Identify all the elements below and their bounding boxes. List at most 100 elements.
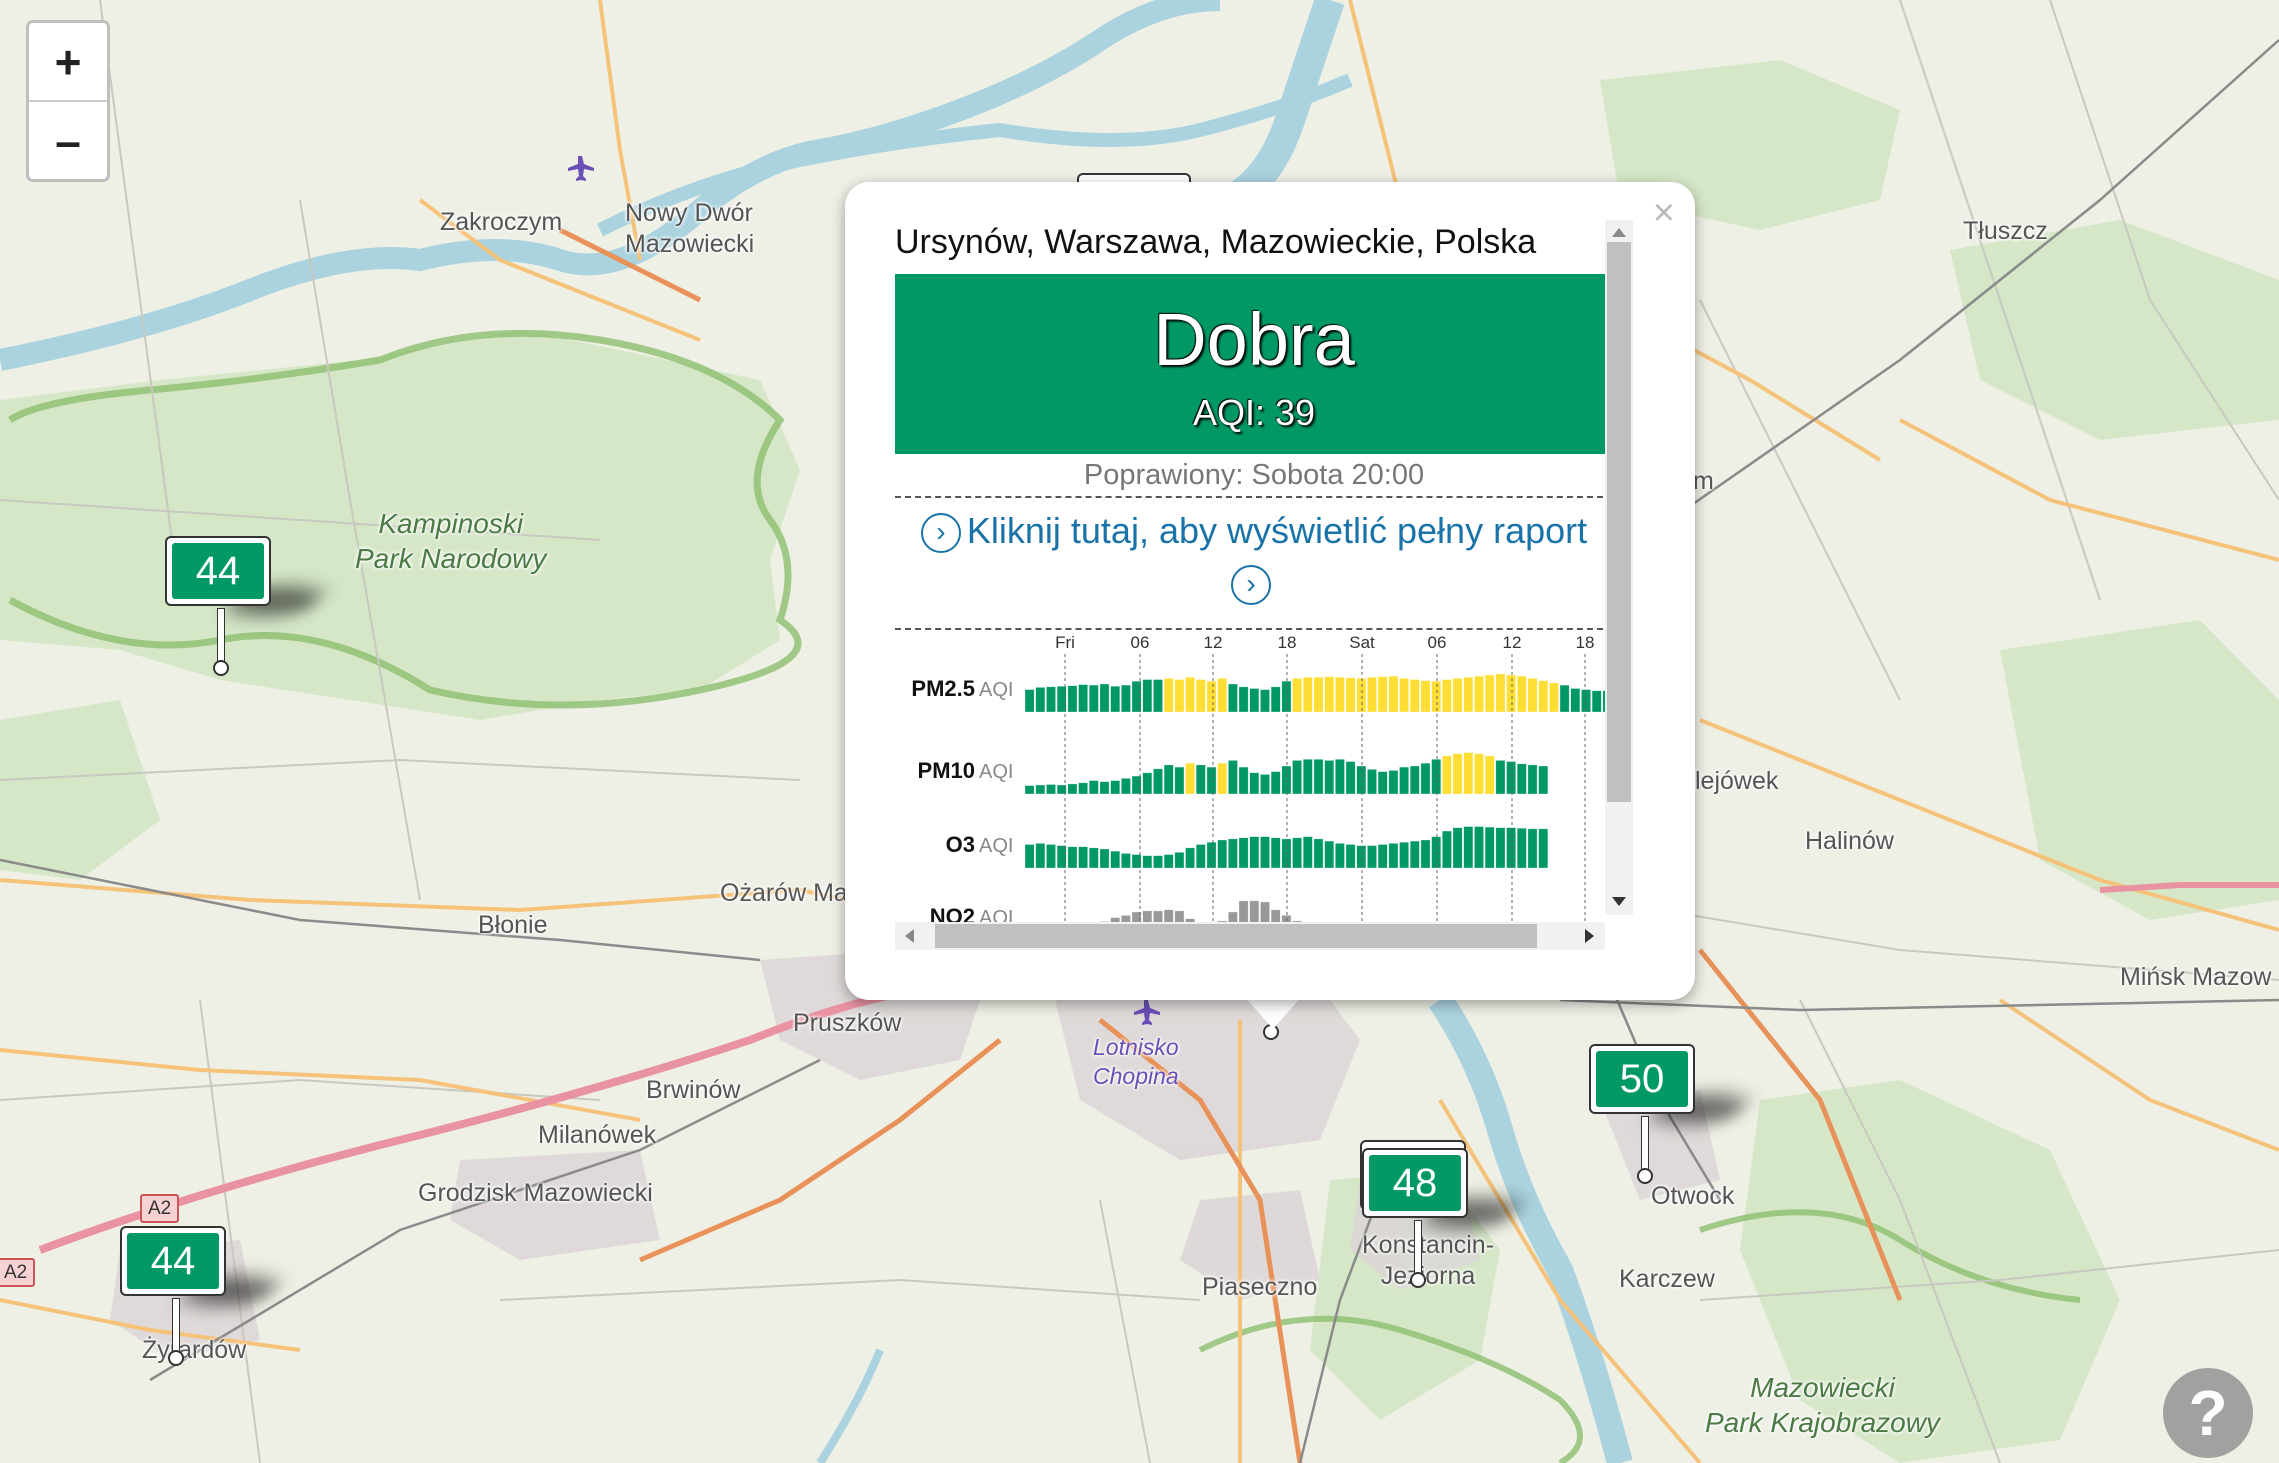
- chart-bar: [1260, 774, 1270, 795]
- chart-bar: [1099, 781, 1110, 795]
- zoom-out-button[interactable]: –: [29, 102, 107, 179]
- popup-tip: [1243, 995, 1303, 1029]
- chart-bar: [1153, 768, 1163, 795]
- chart-bar: [1409, 840, 1420, 869]
- aqi-marker[interactable]: 48: [1360, 1140, 1526, 1298]
- scroll-up-icon[interactable]: [1612, 228, 1626, 237]
- chart-bar: [1206, 766, 1217, 795]
- chart-bar: [1067, 846, 1078, 869]
- scroll-down-icon[interactable]: [1612, 897, 1626, 906]
- place-mazowiecki-park: Mazowiecki Park Krajobrazowy: [1705, 1372, 1940, 1438]
- chart-bar: [1153, 855, 1163, 869]
- chart-bar: [1431, 680, 1442, 713]
- chart-bar: [1367, 845, 1377, 869]
- chart-bar: [1441, 755, 1452, 795]
- zoom-control: + –: [26, 20, 110, 182]
- zoom-in-button[interactable]: +: [29, 23, 107, 102]
- chart-bar: [1174, 766, 1185, 795]
- horizontal-scroll-thumb[interactable]: [935, 924, 1537, 948]
- scroll-right-icon[interactable]: [1585, 929, 1594, 943]
- aqi-marker[interactable]: 50: [1589, 1044, 1753, 1194]
- help-button[interactable]: ?: [2163, 1368, 2253, 1458]
- chart-bar: [1527, 764, 1538, 795]
- chart-tick-label: 12: [1503, 633, 1522, 652]
- chart-bar: [1538, 765, 1549, 795]
- chart-bar: [1591, 690, 1602, 713]
- chart-bar: [1538, 680, 1549, 713]
- scroll-left-icon[interactable]: [905, 929, 914, 943]
- chart-bar: [1516, 827, 1527, 869]
- chart-bar: [1281, 838, 1292, 869]
- chart-bar: [1195, 844, 1206, 869]
- chart-bar: [1174, 852, 1185, 869]
- chart-bar: [1249, 772, 1260, 795]
- place-zakroczym: Zakroczym: [440, 208, 563, 236]
- chart-bar: [1367, 676, 1377, 713]
- chart-bar: [1559, 684, 1570, 713]
- chart-bar: [1452, 678, 1463, 713]
- chart-bar: [1249, 836, 1260, 869]
- chart-bar: [1581, 689, 1591, 713]
- chart-bar: [1088, 847, 1099, 869]
- chart-bar: [1506, 674, 1516, 713]
- vertical-scrollbar[interactable]: [1605, 220, 1633, 915]
- chart-bar: [1356, 765, 1367, 795]
- aqi-value: AQI: 39: [1192, 392, 1316, 433]
- full-report-link[interactable]: › Kliknij tutaj, aby wyświetlić pełny rap…: [895, 498, 1613, 630]
- chart-bar: [1388, 843, 1399, 869]
- chart-bar: [1067, 685, 1078, 713]
- chart-bar: [1110, 780, 1121, 795]
- chart-bar: [1249, 688, 1260, 713]
- chart-bar: [1163, 764, 1174, 795]
- chart-bar: [1356, 845, 1367, 869]
- chart-bar: [1484, 826, 1495, 869]
- chart-bar: [1463, 676, 1474, 713]
- chart-bar: [1324, 760, 1335, 795]
- chart-bar: [1527, 678, 1538, 713]
- place-grodzisk: Grodzisk Mazowiecki: [418, 1179, 653, 1207]
- chart-bar: [1345, 844, 1356, 869]
- aqi-marker-value: 44: [127, 1233, 219, 1289]
- chart-bar: [1035, 784, 1046, 795]
- aqi-marker[interactable]: 44: [165, 536, 329, 686]
- aqi-level: Dobra: [1153, 298, 1355, 381]
- chart-bar: [1035, 843, 1046, 869]
- chart-bar: [1313, 676, 1324, 713]
- full-report-label[interactable]: Kliknij tutaj, aby wyświetlić pełny rapo…: [967, 510, 1587, 551]
- chevron-right-icon[interactable]: ›: [1231, 564, 1271, 605]
- chart-bar: [1121, 853, 1131, 869]
- chart-bar: [1495, 827, 1506, 869]
- chart-bar: [1185, 676, 1195, 713]
- place-ozarow: Ożarów Ma: [720, 879, 848, 907]
- chart-bar: [1185, 762, 1195, 795]
- vertical-scroll-thumb[interactable]: [1607, 242, 1631, 802]
- chart-bar: [1088, 780, 1099, 795]
- chart-bar: [1441, 679, 1452, 713]
- chart-bar: [1313, 758, 1324, 795]
- horizontal-scrollbar[interactable]: [895, 922, 1605, 950]
- chart-tick-label: 18: [1278, 633, 1297, 652]
- chart-bar: [1452, 753, 1463, 795]
- place-fragment: m: [1693, 467, 1714, 495]
- chart-bar: [1142, 772, 1153, 795]
- chart-bar: [1324, 676, 1335, 713]
- chart-bar: [1399, 678, 1409, 713]
- chart-bar: [1474, 675, 1484, 713]
- aqi-marker-value: 50: [1596, 1051, 1688, 1107]
- chart-bar: [1302, 836, 1313, 869]
- close-icon[interactable]: ×: [1653, 192, 1675, 235]
- aqi-marker[interactable]: 44: [120, 1226, 284, 1376]
- chart-bar: [1302, 676, 1313, 713]
- chart-bar: [1495, 760, 1506, 795]
- chart-bar: [1206, 680, 1217, 713]
- chart-bar: [1356, 678, 1367, 713]
- chart-bar: [1088, 684, 1099, 713]
- chart-bar: [1334, 843, 1345, 869]
- place-blonie: Błonie: [478, 911, 548, 939]
- chart-bar: [1452, 827, 1463, 869]
- chart-bar: [1238, 686, 1249, 713]
- chart-bar: [1399, 766, 1409, 795]
- chart-bar: [1163, 854, 1174, 869]
- chart-bar: [1409, 765, 1420, 795]
- place-kampinoski: Kampinoski Park Narodowy: [355, 508, 547, 574]
